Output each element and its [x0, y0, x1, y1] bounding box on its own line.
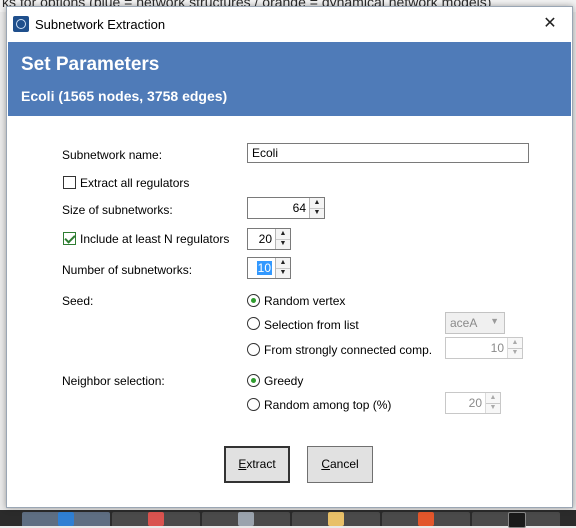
window-title: Subnetwork Extraction — [35, 17, 166, 32]
spin-down-icon[interactable]: ▼ — [508, 348, 522, 358]
size-spinner[interactable]: 64 ▲ ▼ — [247, 197, 325, 219]
neighbor-random-top-label: Random among top (%) — [264, 398, 392, 412]
extract-label: xtract — [246, 457, 276, 471]
size-value: 64 — [292, 201, 306, 215]
close-icon[interactable]: ✕ — [528, 7, 572, 41]
seed-random-vertex-label: Random vertex — [264, 294, 346, 308]
include-regulators-label: Include at least N regulators — [80, 232, 230, 246]
subnetwork-name-label: Subnetwork name: — [62, 148, 163, 162]
taskbar-button[interactable] — [22, 512, 110, 526]
spinner-arrows: ▲ ▼ — [485, 393, 500, 413]
taskbar-tools-icon — [238, 512, 254, 526]
seed-list-value: aceA — [450, 316, 478, 330]
cancel-mnemonic: C — [321, 457, 330, 471]
taskbar-lifebuoy-icon — [418, 512, 434, 526]
taskbar-button[interactable] — [382, 512, 470, 526]
header-banner: Set Parameters Ecoli (1565 nodes, 3758 e… — [8, 42, 571, 116]
spin-down-icon[interactable]: ▼ — [486, 403, 500, 413]
header-subtitle: Ecoli (1565 nodes, 3758 edges) — [21, 88, 228, 104]
spinner-arrows: ▲ ▼ — [275, 258, 290, 278]
neighbor-selection-label: Neighbor selection: — [62, 374, 165, 388]
seed-scc-radio[interactable] — [247, 343, 260, 356]
neighbor-greedy-radio[interactable] — [247, 374, 260, 387]
spinner-arrows: ▲ ▼ — [309, 198, 324, 218]
seed-random-vertex-radio[interactable] — [247, 294, 260, 307]
header-title: Set Parameters — [21, 54, 160, 75]
neighbor-random-top-radio[interactable] — [247, 398, 260, 411]
seed-selection-list-label: Selection from list — [264, 318, 359, 332]
spin-down-icon[interactable]: ▼ — [310, 208, 324, 218]
taskbar-app-icon — [328, 512, 344, 526]
cancel-button[interactable]: Cancel — [307, 446, 373, 483]
spinner-arrows: ▲ ▼ — [507, 338, 522, 358]
size-of-subnetworks-label: Size of subnetworks: — [62, 203, 173, 217]
seed-scc-value: 10 — [490, 341, 504, 355]
taskbar-app-icon — [148, 512, 164, 526]
neighbor-top-spinner[interactable]: 20 ▲ ▼ — [445, 392, 501, 414]
number-of-subnetworks-label: Number of subnetworks: — [62, 263, 193, 277]
seed-label: Seed: — [62, 294, 94, 308]
taskbar-button[interactable] — [292, 512, 380, 526]
neighbor-greedy-label: Greedy — [264, 374, 304, 388]
extract-button[interactable]: Extract — [224, 446, 290, 483]
subnetwork-extraction-dialog: Subnetwork Extraction ✕ Set Parameters E… — [6, 6, 573, 508]
cancel-label: ancel — [329, 457, 359, 471]
seed-list-dropdown[interactable]: aceA ▼ — [445, 312, 505, 334]
include-regulators-value: 20 — [258, 232, 272, 246]
extract-all-regulators-checkbox[interactable] — [63, 176, 76, 189]
taskbar-button[interactable] — [112, 512, 200, 526]
include-regulators-checkbox[interactable] — [63, 232, 76, 245]
app-icon — [13, 16, 29, 32]
taskbar-button[interactable] — [202, 512, 290, 526]
number-value: 10 — [256, 261, 272, 275]
taskbar-button[interactable] — [472, 512, 560, 528]
neighbor-top-value: 20 — [468, 396, 482, 410]
seed-selection-list-radio[interactable] — [247, 317, 260, 330]
dropdown-arrow-icon: ▼ — [490, 316, 499, 326]
taskbar-app-icon — [58, 512, 74, 526]
extract-all-regulators-label: Extract all regulators — [80, 176, 190, 190]
seed-scc-label: From strongly connected comp. — [264, 343, 433, 357]
include-regulators-spinner[interactable]: 20 ▲ ▼ — [247, 228, 291, 250]
title-bar[interactable]: Subnetwork Extraction ✕ — [7, 7, 572, 41]
spin-down-icon[interactable]: ▼ — [276, 268, 290, 278]
subnetwork-name-input[interactable]: Ecoli — [247, 143, 529, 163]
number-spinner[interactable]: 10 ▲ ▼ — [247, 257, 291, 279]
spin-down-icon[interactable]: ▼ — [276, 239, 290, 249]
spinner-arrows: ▲ ▼ — [275, 229, 290, 249]
seed-scc-spinner[interactable]: 10 ▲ ▼ — [445, 337, 523, 359]
